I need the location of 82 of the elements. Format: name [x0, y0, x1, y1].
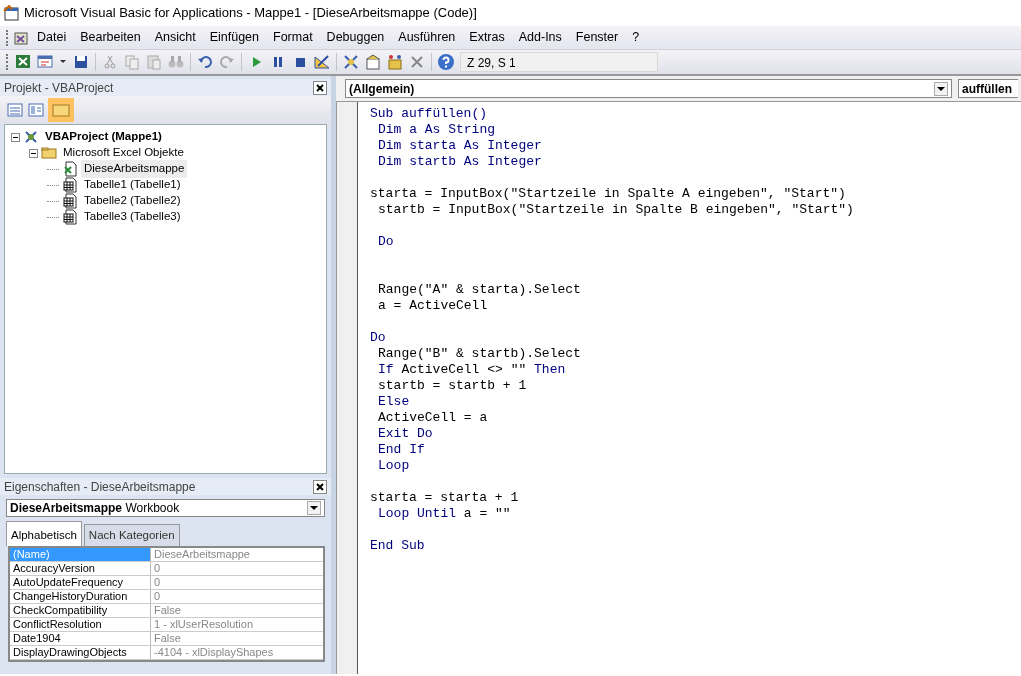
workbook-icon: [62, 161, 78, 177]
property-name[interactable]: Date1904: [10, 632, 151, 646]
menu-item[interactable]: Ausführen: [391, 26, 463, 49]
procedure-dropdown[interactable]: auffüllen: [958, 79, 1018, 98]
code-line: Do: [370, 330, 387, 346]
sheet-icon: [62, 177, 78, 193]
code-line: ActiveCell = a: [377, 410, 489, 426]
property-name[interactable]: AccuracyVersion: [10, 562, 151, 576]
tree-item[interactable]: Tabelle1 (Tabelle1): [81, 176, 184, 194]
menu-item[interactable]: Add-Ins: [511, 26, 569, 49]
code-line: Range("A" & starta).Select: [377, 282, 582, 298]
object-dropdown[interactable]: DieseArbeitsmappe Workbook: [6, 499, 325, 517]
code-line: Range("B" & startb).Select: [377, 346, 582, 362]
tree-item[interactable]: Microsoft Excel Objekte: [60, 144, 187, 162]
window-title: Microsoft Visual Basic for Applications - Mappe1 - [DieseArbeitsmappe (Code)]: [24, 4, 477, 23]
menu-item[interactable]: Ansicht: [147, 26, 203, 49]
tree-item[interactable]: DieseArbeitsmappe: [81, 160, 188, 178]
property-value[interactable]: False: [151, 604, 184, 618]
design-mode-icon[interactable]: [313, 53, 331, 71]
property-value[interactable]: 0: [151, 576, 164, 590]
code-line: Sub auffüllen(): [370, 106, 489, 122]
close-button[interactable]: [313, 479, 327, 494]
menu-item[interactable]: Bearbeiten: [73, 26, 148, 49]
expand-toggle[interactable]: [29, 148, 38, 158]
code-line: startb = InputBox("Startzeile in Spalte B eingeben", "Start"): [377, 202, 855, 218]
menu-item[interactable]: Fenster: [568, 26, 626, 49]
property-name[interactable]: AutoUpdateFrequency: [10, 576, 151, 590]
code-line: Loop: [377, 458, 411, 474]
panel-title: Eigenschaften - DieseArbeitsmappe: [4, 478, 196, 496]
code-line: startb = startb + 1: [377, 378, 528, 394]
property-value[interactable]: DieseArbeitsmappe: [151, 548, 253, 562]
code-line: Dim a As String: [377, 122, 497, 138]
property-name[interactable]: ChangeHistoryDuration: [10, 590, 151, 604]
tab[interactable]: Alphabetisch: [6, 521, 82, 547]
code-line: starta = InputBox("Startzeile in Spalte A eingeben", "Start"): [370, 186, 847, 202]
property-name[interactable]: CheckCompatibility: [10, 604, 151, 618]
code-line: Dim starta As Integer: [377, 138, 543, 154]
app-icon: [3, 5, 21, 21]
property-value[interactable]: -4104 - xlDisplayShapes: [151, 646, 277, 660]
object-dropdown[interactable]: (Allgemein): [345, 79, 952, 98]
menu-item[interactable]: Datei: [30, 26, 74, 49]
close-button[interactable]: [313, 80, 327, 95]
folder-toggle-icon[interactable]: [48, 98, 74, 122]
save-icon[interactable]: [72, 53, 90, 71]
panel-title: Projekt - VBAProject: [4, 79, 114, 97]
insert-form-icon[interactable]: [36, 53, 54, 71]
folder-icon: [41, 145, 57, 161]
help-icon[interactable]: [437, 53, 455, 71]
property-value[interactable]: 1 - xlUserResolution: [151, 618, 257, 632]
tab[interactable]: Nach Kategorien: [83, 524, 180, 547]
sheet-icon: [62, 193, 78, 209]
code-line: Else: [377, 394, 411, 410]
code-line: End Sub: [370, 538, 426, 554]
undo-icon[interactable]: [196, 53, 214, 71]
property-value[interactable]: 0: [151, 590, 164, 604]
cursor-position-field: Z 29, S 1: [460, 52, 658, 72]
property-value[interactable]: False: [151, 632, 184, 646]
property-name[interactable]: ConflictResolution: [10, 618, 151, 632]
code-line: Exit Do: [377, 426, 434, 442]
excel-icon[interactable]: [14, 53, 32, 71]
tree-item[interactable]: Tabelle2 (Tabelle2): [81, 192, 184, 210]
menu-item[interactable]: ?: [625, 26, 647, 49]
object-browser-icon[interactable]: [386, 53, 404, 71]
code-line: If ActiveCell <> "" Then: [377, 362, 567, 378]
menu-item[interactable]: Debuggen: [319, 26, 392, 49]
project-icon: [23, 129, 39, 145]
menu-item[interactable]: Einfügen: [202, 26, 266, 49]
property-value[interactable]: 0: [151, 562, 164, 576]
code-line: a = ActiveCell: [377, 298, 489, 314]
menu-item[interactable]: Extras: [462, 26, 512, 49]
code-line: Dim startb As Integer: [377, 154, 543, 170]
dropdown-value: (Allgemein): [349, 80, 415, 98]
tree-item[interactable]: Tabelle3 (Tabelle3): [81, 208, 184, 226]
code-line: Do: [377, 234, 395, 250]
code-line: starta = starta + 1: [370, 490, 520, 506]
menu-item[interactable]: Format: [266, 26, 320, 49]
code-line: Loop Until a = "": [377, 506, 512, 522]
code-line: End If: [377, 442, 426, 458]
tree-item[interactable]: VBAProject (Mappe1): [42, 128, 165, 146]
sheet-icon: [62, 209, 78, 225]
property-name[interactable]: DisplayDrawingObjects: [10, 646, 151, 660]
expand-toggle[interactable]: [11, 132, 20, 142]
